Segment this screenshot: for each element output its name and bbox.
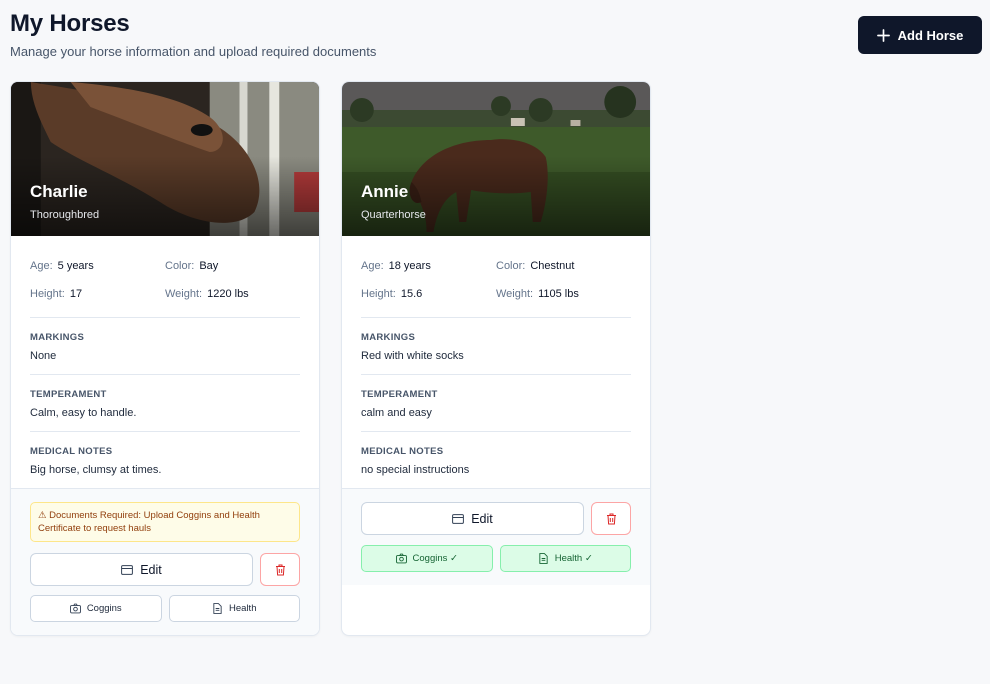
temperament-section: TEMPERAMENT calm and easy bbox=[361, 389, 438, 419]
health-upload-button[interactable]: Health bbox=[168, 595, 300, 622]
medical-notes-section: MEDICAL NOTES no special instructions bbox=[361, 446, 470, 476]
trash-icon bbox=[606, 513, 616, 524]
card-footer: ⚠ Documents Required: Upload Coggins and… bbox=[11, 488, 319, 635]
coggins-upload-button[interactable]: Coggins bbox=[30, 595, 162, 622]
delete-button[interactable] bbox=[591, 502, 631, 535]
health-uploaded-button[interactable]: Health ✓ bbox=[499, 545, 631, 572]
stat-age: Age: 18 years bbox=[361, 260, 431, 272]
camera-icon bbox=[395, 553, 407, 564]
horse-name: Annie bbox=[361, 182, 409, 201]
add-horse-button[interactable]: Add Horse bbox=[858, 16, 982, 54]
horse-photo-annie: Annie Quarterhorse bbox=[342, 82, 650, 236]
add-horse-label: Add Horse bbox=[897, 27, 964, 43]
card-icon bbox=[452, 513, 465, 524]
medical-notes-section: MEDICAL NOTES Big horse, clumsy at times… bbox=[30, 446, 162, 476]
page-title: My Horses bbox=[10, 10, 130, 37]
stat-weight: Weight: 1220 lbs bbox=[165, 288, 249, 300]
markings-section: MARKINGS None bbox=[30, 332, 85, 362]
horse-card-annie: Annie Quarterhorse Age: 18 years Color: Ch… bbox=[341, 81, 651, 636]
horse-name: Charlie bbox=[30, 182, 88, 201]
horse-breed: Quarterhorse bbox=[361, 209, 426, 221]
delete-button[interactable] bbox=[260, 553, 300, 586]
horse-card-charlie: Charlie Thoroughbred Age: 5 years Color: B… bbox=[10, 81, 320, 636]
horse-photo-charlie: Charlie Thoroughbred bbox=[11, 82, 319, 236]
camera-icon bbox=[69, 603, 81, 614]
plus-icon bbox=[876, 28, 890, 42]
trash-icon bbox=[275, 564, 285, 575]
stat-weight: Weight: 1105 lbs bbox=[496, 288, 579, 300]
stat-color: Color: Chestnut bbox=[496, 260, 575, 272]
stat-height: Height: 15.6 bbox=[361, 288, 423, 300]
stat-age: Age: 5 years bbox=[30, 260, 94, 272]
document-icon bbox=[539, 553, 548, 564]
page-subtitle: Manage your horse information and upload… bbox=[10, 44, 377, 59]
markings-section: MARKINGS Red with white socks bbox=[361, 332, 464, 362]
card-footer: Edit Coggins ✓ Health ✓ bbox=[342, 488, 650, 585]
edit-button[interactable]: Edit bbox=[361, 502, 584, 535]
stat-color: Color: Bay bbox=[165, 260, 219, 272]
coggins-uploaded-button[interactable]: Coggins ✓ bbox=[361, 545, 493, 572]
stat-height: Height: 17 bbox=[30, 288, 83, 300]
edit-button[interactable]: Edit bbox=[30, 553, 253, 586]
documents-required-warning: ⚠ Documents Required: Upload Coggins and… bbox=[30, 502, 300, 542]
horse-breed: Thoroughbred bbox=[30, 209, 100, 221]
document-icon bbox=[213, 603, 222, 614]
temperament-section: TEMPERAMENT Calm, easy to handle. bbox=[30, 389, 137, 419]
card-icon bbox=[121, 564, 134, 575]
